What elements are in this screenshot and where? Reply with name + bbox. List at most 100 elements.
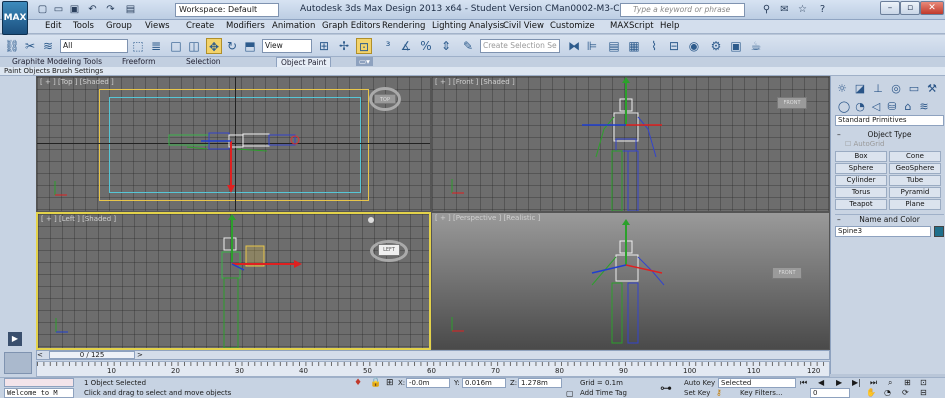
go-to-start-icon[interactable]: ⏮: [800, 378, 807, 388]
prev-frame-icon[interactable]: ◀: [818, 378, 824, 387]
plane-button[interactable]: Plane: [889, 199, 941, 210]
object-name-input[interactable]: Spine3: [835, 226, 931, 237]
search-input[interactable]: Type a keyword or phrase: [620, 3, 745, 17]
orbit-icon[interactable]: ⟳: [902, 388, 909, 397]
object-color-swatch[interactable]: [934, 226, 944, 237]
key-mode-icon[interactable]: ⊶: [660, 381, 672, 395]
menu-maxscript[interactable]: MAXScript: [610, 21, 654, 31]
named-selection-set-dropdown[interactable]: Create Selection Se: [480, 39, 560, 53]
primitive-category-dropdown[interactable]: Standard Primitives: [835, 115, 944, 126]
key-filters-button[interactable]: Key Filters...: [740, 388, 783, 398]
pan-icon[interactable]: ✋: [866, 388, 876, 397]
render-setup-icon[interactable]: ⚙: [708, 38, 724, 54]
viewport-top[interactable]: [ + ] [Top ] [Shaded ] TOP: [36, 76, 431, 212]
window-crossing-icon[interactable]: ◫: [186, 38, 202, 54]
reference-coordinate-dropdown[interactable]: View: [262, 39, 312, 53]
helpers-icon[interactable]: ⌂: [901, 100, 915, 114]
tab-object-paint[interactable]: Object Paint: [276, 57, 332, 67]
shapes-icon[interactable]: ◔: [853, 100, 867, 114]
brush-settings-panel[interactable]: Brush Settings: [52, 67, 103, 75]
field-of-view-icon[interactable]: ◔: [884, 388, 891, 397]
menu-civil-view[interactable]: Civil View: [503, 21, 544, 31]
go-to-end-icon[interactable]: ⏭: [870, 378, 877, 388]
cylinder-button[interactable]: Cylinder: [835, 175, 887, 186]
menu-views[interactable]: Views: [145, 21, 170, 31]
x-coordinate-input[interactable]: -0.0m: [406, 378, 450, 388]
home-icon[interactable]: [368, 217, 374, 223]
save-icon[interactable]: ▣: [68, 3, 81, 16]
play-animation-icon[interactable]: ▶: [836, 378, 842, 387]
create-tab-icon[interactable]: ☼: [835, 82, 849, 96]
edit-named-selection-icon[interactable]: ✎: [460, 38, 476, 54]
viewcube[interactable]: FRONT: [772, 267, 802, 279]
key-selection-dropdown[interactable]: Selected: [718, 378, 796, 388]
time-slider-thumb[interactable]: 0 / 125: [49, 351, 135, 359]
paint-objects-panel[interactable]: Paint Objects: [4, 67, 50, 75]
menu-group[interactable]: Group: [106, 21, 132, 31]
set-key-button[interactable]: Set Key: [684, 388, 710, 398]
zoom-icon[interactable]: ⌕: [888, 378, 892, 388]
space-warps-icon[interactable]: ≋: [917, 100, 931, 114]
next-frame-icon[interactable]: ▶|: [852, 378, 861, 387]
play-icon[interactable]: ▶: [8, 332, 22, 346]
isolate-selection-icon[interactable]: ♦: [354, 378, 362, 388]
menu-edit[interactable]: Edit: [45, 21, 61, 31]
display-tab-icon[interactable]: ▭: [907, 82, 921, 96]
ribbon-options-icon[interactable]: ▭▾: [356, 57, 373, 66]
angle-snap-icon[interactable]: ∡: [398, 38, 414, 54]
help-icon[interactable]: ?: [816, 3, 829, 16]
viewport-perspective[interactable]: [ + ] [Perspective ] [Realistic ] FRONT: [431, 212, 830, 350]
open-icon[interactable]: ▭: [52, 3, 65, 16]
zoom-extents-icon[interactable]: ⊡: [920, 378, 927, 387]
selection-filter-dropdown[interactable]: All: [60, 39, 128, 53]
viewcube[interactable]: FRONT: [777, 97, 807, 109]
hierarchy-tab-icon[interactable]: ⊥: [871, 82, 885, 96]
material-editor-icon[interactable]: ◉: [686, 38, 702, 54]
object-type-rollout-title[interactable]: – Object Type: [835, 130, 944, 139]
absolute-offset-icon[interactable]: ⊞: [386, 378, 394, 388]
binoculars-icon[interactable]: ⚲: [760, 3, 773, 16]
menu-tools[interactable]: Tools: [73, 21, 94, 31]
lights-icon[interactable]: ◁: [869, 100, 883, 114]
menu-rendering[interactable]: Rendering: [382, 21, 425, 31]
box-button[interactable]: Box: [835, 151, 887, 162]
add-time-tag-button[interactable]: Add Time Tag: [580, 388, 627, 398]
sphere-button[interactable]: Sphere: [835, 163, 887, 174]
minimize-button[interactable]: –: [880, 1, 900, 15]
render-production-icon[interactable]: ☕: [748, 38, 764, 54]
menu-create[interactable]: Create: [186, 21, 214, 31]
set-key-icon[interactable]: ⚷: [716, 388, 722, 397]
menu-animation[interactable]: Animation: [272, 21, 315, 31]
app-menu-button[interactable]: MAX: [2, 1, 28, 35]
workspace-dropdown[interactable]: Workspace: Default: [175, 3, 279, 17]
link-icon[interactable]: ⛓: [4, 38, 20, 54]
tube-button[interactable]: Tube: [889, 175, 941, 186]
geosphere-button[interactable]: GeoSphere: [889, 163, 941, 174]
y-coordinate-input[interactable]: 0.016m: [462, 378, 506, 388]
auto-key-button[interactable]: Auto Key: [684, 378, 715, 388]
viewcube[interactable]: TOP: [374, 94, 396, 104]
maxscript-listener-input[interactable]: Welcome to M: [4, 388, 74, 398]
viewport-left[interactable]: [ + ] [Left ] [Shaded ] LEFT: [36, 212, 431, 350]
bind-space-warp-icon[interactable]: ≋: [40, 38, 56, 54]
layout-icon[interactable]: [4, 352, 32, 374]
motion-tab-icon[interactable]: ◎: [889, 82, 903, 96]
layer-manager-icon[interactable]: ▤: [606, 38, 622, 54]
redo-icon[interactable]: ↷: [104, 3, 117, 16]
new-icon[interactable]: ▢: [36, 3, 49, 16]
unlink-icon[interactable]: ✂: [22, 38, 38, 54]
tab-freeform[interactable]: Freeform: [122, 57, 155, 66]
scale-icon[interactable]: ⬒: [242, 38, 258, 54]
align-icon[interactable]: ⊫: [584, 38, 600, 54]
tab-selection[interactable]: Selection: [186, 57, 221, 66]
cameras-icon[interactable]: ⛁: [885, 100, 899, 114]
graphite-toggle-icon[interactable]: ▦: [626, 38, 642, 54]
spinner-snap-icon[interactable]: ⇕: [438, 38, 454, 54]
selection-lock-icon[interactable]: 🔒: [370, 378, 381, 388]
menu-lighting-analysis[interactable]: Lighting Analysis: [432, 21, 504, 31]
utilities-tab-icon[interactable]: ⚒: [925, 82, 939, 96]
curve-editor-icon[interactable]: ⌇: [646, 38, 662, 54]
menu-modifiers[interactable]: Modifiers: [226, 21, 265, 31]
maximize-viewport-icon[interactable]: ⊟: [920, 388, 927, 397]
rendered-frame-window-icon[interactable]: ▣: [728, 38, 744, 54]
